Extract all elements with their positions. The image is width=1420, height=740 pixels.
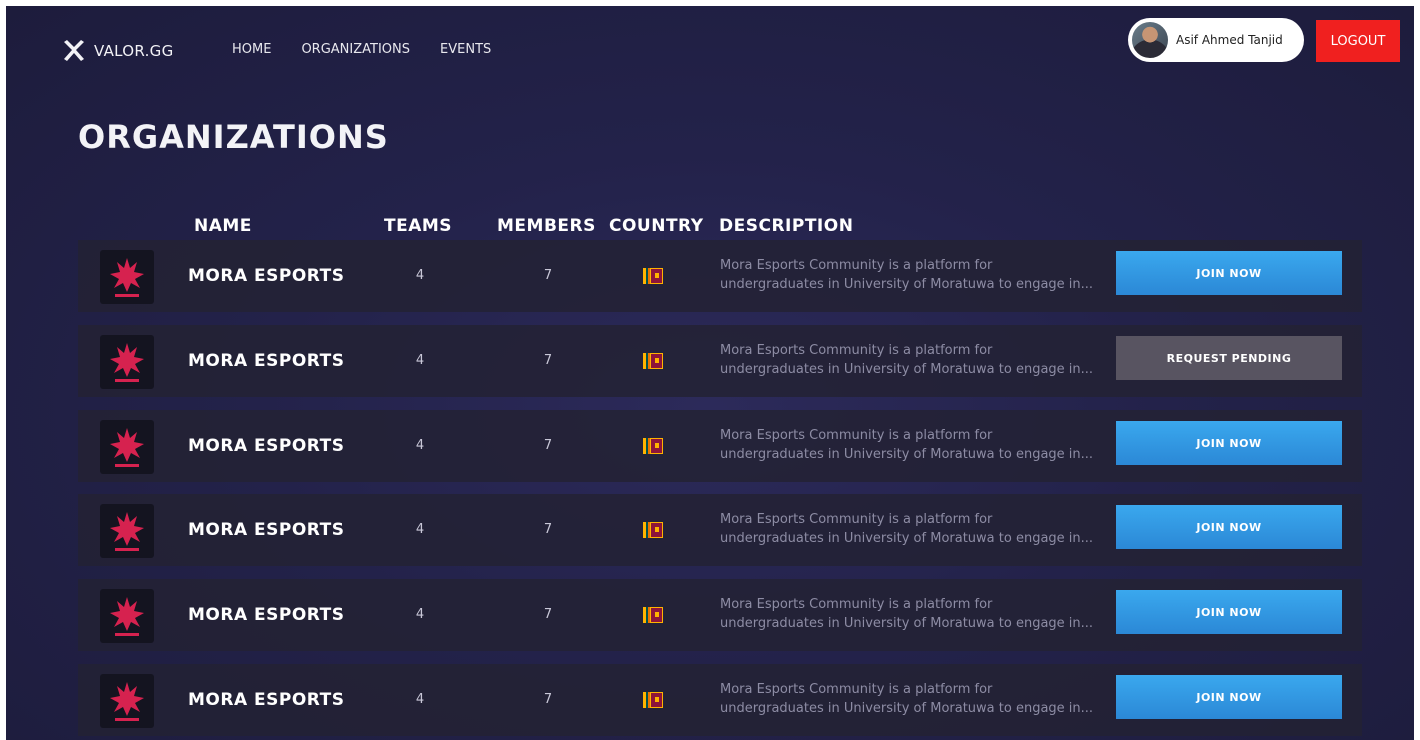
- org-description: Mora Esports Community is a platform for…: [720, 597, 1094, 631]
- sri-lanka-flag-icon: [643, 692, 663, 708]
- teams-count: 4: [415, 438, 425, 453]
- org-logo[interactable]: [100, 504, 154, 558]
- sri-lanka-flag-icon: [643, 353, 663, 369]
- org-name[interactable]: MORA ESPORTS: [188, 436, 344, 456]
- brand[interactable]: VALOR.GG: [62, 36, 174, 66]
- org-description: Mora Esports Community is a platform for…: [720, 343, 1094, 377]
- join-now-button[interactable]: JOIN NOW: [1116, 251, 1342, 295]
- header-description: DESCRIPTION: [719, 216, 854, 236]
- org-logo[interactable]: [100, 420, 154, 474]
- join-now-button[interactable]: JOIN NOW: [1116, 590, 1342, 634]
- org-logo[interactable]: [100, 335, 154, 389]
- nav-organizations[interactable]: ORGANIZATIONS: [301, 42, 410, 57]
- join-now-button[interactable]: JOIN NOW: [1116, 675, 1342, 719]
- members-count: 7: [543, 607, 553, 622]
- table-row: MORA ESPORTS 4 7 Mora Esports Community is …: [78, 410, 1362, 482]
- crossed-swords-icon: [64, 40, 84, 61]
- sri-lanka-flag-icon: [643, 522, 663, 538]
- org-name[interactable]: MORA ESPORTS: [188, 690, 344, 710]
- header-members: MEMBERS: [497, 216, 596, 236]
- page-title: ORGANIZATIONS: [78, 118, 389, 156]
- teams-count: 4: [415, 268, 425, 283]
- logout-button[interactable]: LOGOUT: [1316, 20, 1400, 62]
- header-name: NAME: [194, 216, 252, 236]
- org-name[interactable]: MORA ESPORTS: [188, 266, 344, 286]
- org-name[interactable]: MORA ESPORTS: [188, 351, 344, 371]
- mora-esports-logo: [110, 343, 144, 382]
- join-now-button[interactable]: JOIN NOW: [1116, 421, 1342, 465]
- brand-name: VALOR.GG: [94, 42, 174, 60]
- sri-lanka-flag-icon: [643, 438, 663, 454]
- table-row: MORA ESPORTS 4 7 Mora Esports Community is …: [78, 664, 1362, 736]
- org-logo[interactable]: [100, 674, 154, 728]
- org-name[interactable]: MORA ESPORTS: [188, 605, 344, 625]
- members-count: 7: [543, 353, 553, 368]
- header-teams: TEAMS: [384, 216, 453, 236]
- org-description: Mora Esports Community is a platform for…: [720, 682, 1094, 716]
- join-now-button[interactable]: JOIN NOW: [1116, 505, 1342, 549]
- table-row: MORA ESPORTS 4 7 Mora Esports Community is …: [78, 240, 1362, 312]
- members-count: 7: [543, 692, 553, 707]
- avatar: [1130, 20, 1170, 60]
- app-frame: VALOR.GG HOME ORGANIZATIONS EVENTS Asif …: [6, 6, 1414, 740]
- nav-events[interactable]: EVENTS: [440, 42, 491, 57]
- request-pending-button[interactable]: REQUEST PENDING: [1116, 336, 1342, 380]
- user-name: Asif Ahmed Tanjid: [1176, 33, 1283, 47]
- org-description: Mora Esports Community is a platform for…: [720, 258, 1094, 292]
- org-logo[interactable]: [100, 589, 154, 643]
- table-row: MORA ESPORTS 4 7 Mora Esports Community is …: [78, 579, 1362, 651]
- header-country: COUNTRY: [609, 216, 704, 236]
- user-profile[interactable]: Asif Ahmed Tanjid: [1128, 18, 1304, 62]
- teams-count: 4: [415, 607, 425, 622]
- teams-count: 4: [415, 353, 425, 368]
- mora-esports-logo: [110, 258, 144, 297]
- members-count: 7: [543, 268, 553, 283]
- mora-esports-logo: [110, 682, 144, 721]
- sri-lanka-flag-icon: [643, 607, 663, 623]
- mora-esports-logo: [110, 512, 144, 551]
- sri-lanka-flag-icon: [643, 268, 663, 284]
- org-logo[interactable]: [100, 250, 154, 304]
- mora-esports-logo: [110, 597, 144, 636]
- org-description: Mora Esports Community is a platform for…: [720, 428, 1094, 462]
- main-nav: HOME ORGANIZATIONS EVENTS: [232, 42, 491, 57]
- nav-home[interactable]: HOME: [232, 42, 271, 57]
- mora-esports-logo: [110, 428, 144, 467]
- table-row: MORA ESPORTS 4 7 Mora Esports Community is …: [78, 494, 1362, 566]
- org-description: Mora Esports Community is a platform for…: [720, 512, 1094, 546]
- members-count: 7: [543, 438, 553, 453]
- table-row: MORA ESPORTS 4 7 Mora Esports Community is …: [78, 325, 1362, 397]
- org-name[interactable]: MORA ESPORTS: [188, 520, 344, 540]
- members-count: 7: [543, 522, 553, 537]
- teams-count: 4: [415, 692, 425, 707]
- teams-count: 4: [415, 522, 425, 537]
